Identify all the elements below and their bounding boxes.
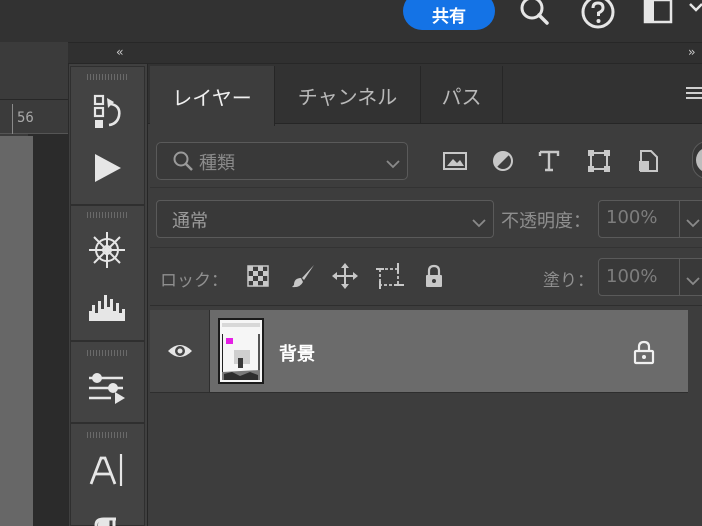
image-filter-icon[interactable]: [441, 148, 469, 174]
lock-all-icon[interactable]: [420, 262, 448, 290]
strip-divider: [70, 204, 145, 206]
panel-group-grip[interactable]: [87, 432, 127, 438]
panel-group-grip[interactable]: [87, 74, 127, 80]
lock-artboard-icon[interactable]: [376, 262, 404, 290]
history-icon[interactable]: [84, 90, 130, 134]
character-icon[interactable]: [84, 448, 130, 492]
ruler-tick: [12, 104, 13, 134]
type-filter-icon[interactable]: [535, 148, 563, 174]
eye-icon[interactable]: [166, 340, 194, 366]
layer-divider: [150, 392, 688, 393]
blend-mode-value: 通常: [172, 211, 208, 232]
fill-label: 塗り：: [543, 271, 594, 291]
help-icon[interactable]: [580, 0, 616, 34]
search-icon[interactable]: [518, 0, 552, 32]
ruler-label: 56: [17, 110, 34, 126]
share-button[interactable]: 共有: [403, 0, 495, 30]
panel-group-grip[interactable]: [87, 350, 127, 356]
chevron-down-icon: [386, 154, 400, 173]
chevron-down-icon[interactable]: [688, 0, 702, 28]
chevron-down-icon: [472, 213, 486, 232]
lock-position-icon[interactable]: [331, 262, 359, 290]
search-icon: [172, 150, 194, 176]
strip-divider: [70, 340, 145, 342]
document-tab-bar: [0, 42, 68, 100]
lock-pixels-icon[interactable]: [289, 262, 317, 290]
actions-play-icon[interactable]: [84, 146, 130, 190]
panel-menu-icon[interactable]: [686, 86, 702, 106]
layer-name[interactable]: 背景: [279, 340, 315, 366]
adjustment-filter-icon[interactable]: [489, 148, 517, 174]
tab-channels[interactable]: チャンネル: [275, 66, 421, 124]
horizontal-ruler[interactable]: [0, 100, 68, 134]
tab-paths[interactable]: パス: [421, 66, 503, 124]
paragraph-icon[interactable]: [84, 504, 130, 526]
shape-filter-icon[interactable]: [585, 148, 613, 174]
strip-divider: [70, 422, 145, 424]
tab-layers[interactable]: レイヤー: [150, 66, 275, 126]
histogram-icon[interactable]: [84, 284, 130, 328]
smart-object-filter-icon[interactable]: [634, 148, 662, 174]
workspace-icon[interactable]: [642, 0, 674, 30]
chevron-down-icon: [686, 271, 700, 290]
document-canvas[interactable]: [0, 136, 33, 526]
lock-transparent-icon[interactable]: [244, 262, 272, 290]
collapse-panels-right-icon[interactable]: ››: [688, 45, 695, 59]
panel-dock-header: [68, 42, 702, 64]
lock-label: ロック：: [160, 271, 228, 291]
opacity-value: 100%: [606, 207, 658, 228]
opacity-label: 不透明度：: [501, 211, 591, 232]
panel-group-grip[interactable]: [87, 212, 127, 218]
chevron-down-icon: [686, 213, 700, 232]
filter-type-label: 種類: [199, 153, 235, 174]
fill-value: 100%: [606, 266, 658, 287]
adjustments-icon[interactable]: [84, 366, 130, 410]
brush-settings-icon[interactable]: [84, 228, 130, 272]
collapse-panels-left-icon[interactable]: ‹‹: [116, 45, 123, 59]
lock-icon[interactable]: [632, 339, 656, 369]
layer-thumbnail[interactable]: [218, 318, 264, 384]
